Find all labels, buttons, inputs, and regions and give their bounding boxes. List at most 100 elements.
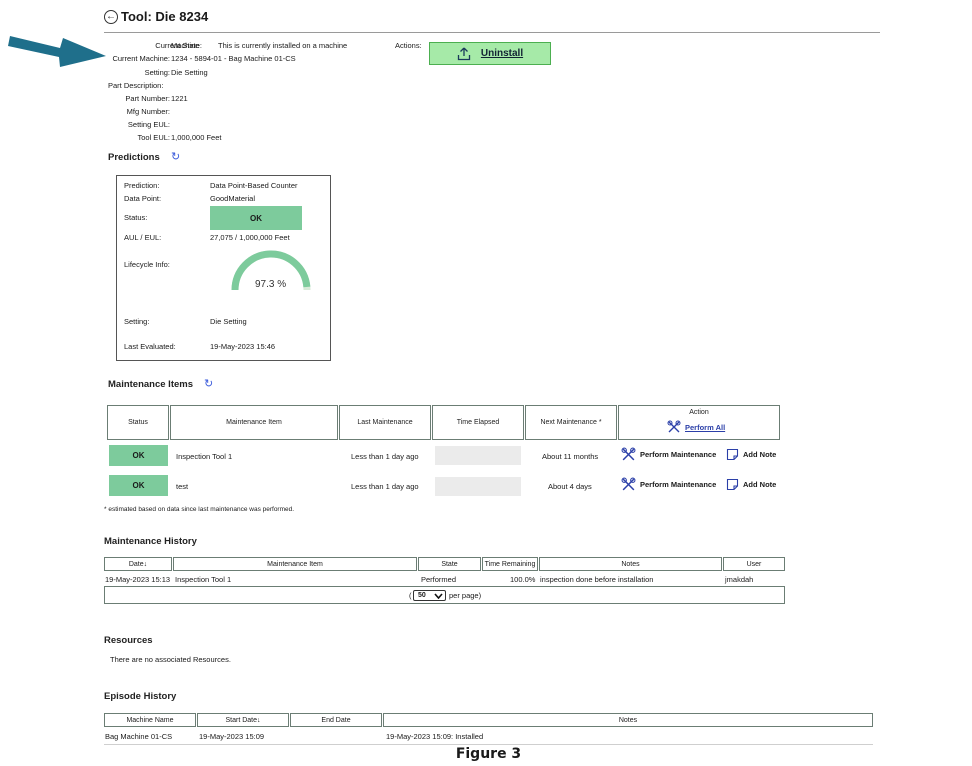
maintenance-history-title: Maintenance History	[104, 536, 197, 547]
maintenance-row-next: About 11 months	[542, 452, 599, 461]
tools-icon	[667, 420, 681, 433]
episode-header-notes: Notes	[383, 713, 873, 727]
lifecycle-label: Lifecycle Info:	[124, 260, 170, 269]
history-header-remaining: Time Remaining	[482, 557, 538, 571]
part-number-label: Part Number:	[125, 94, 170, 103]
maintenance-row-item: test	[176, 482, 189, 491]
maintenance-row-last: Less than 1 day ago	[351, 452, 419, 461]
page-title: Tool: Die 8234	[121, 9, 209, 24]
data-point-value: GoodMaterial	[210, 194, 256, 203]
add-note-button[interactable]: Add Note	[726, 478, 776, 491]
col-header-next: Next Maintenance *	[525, 405, 617, 440]
col-header-item: Maintenance Item	[170, 405, 338, 440]
maintenance-row-item: Inspection Tool 1	[176, 452, 233, 461]
perform-maintenance-label: Perform Maintenance	[640, 450, 717, 459]
prediction-label: Prediction:	[124, 181, 160, 190]
perform-maintenance-button[interactable]: Perform Maintenance	[621, 447, 716, 462]
history-row-remaining: 100.0%	[510, 575, 536, 584]
upload-icon	[457, 47, 471, 60]
note-icon	[726, 478, 739, 491]
add-note-label: Add Note	[743, 480, 777, 489]
perform-maintenance-label: Perform Maintenance	[640, 480, 717, 489]
setting-value: Die Setting	[171, 68, 208, 77]
part-description-label: Part Description:	[108, 81, 164, 90]
add-note-label: Add Note	[743, 450, 777, 459]
status-label: Status:	[124, 213, 148, 222]
refresh-icon[interactable]: ↻	[204, 377, 213, 390]
tool-eul-label: Tool EUL:	[137, 133, 170, 142]
data-point-label: Data Point:	[124, 194, 162, 203]
col-header-elapsed: Time Elapsed	[432, 405, 524, 440]
setting-label: Setting:	[144, 68, 170, 77]
perform-maintenance-button[interactable]: Perform Maintenance	[621, 477, 716, 492]
maintenance-row-elapsed	[435, 446, 521, 465]
maintenance-footnote: * estimated based on data since last mai…	[104, 506, 295, 513]
history-row-state: Performed	[421, 575, 457, 584]
last-evaluated-label: Last Evaluated:	[124, 342, 176, 351]
prediction-setting-label: Setting:	[124, 317, 150, 326]
episode-history-title: Episode History	[104, 691, 177, 702]
episode-row-notes: 19-May-2023 15:09: Installed	[386, 732, 484, 741]
page-size-value: 50	[418, 592, 426, 599]
maintenance-row-next: About 4 days	[548, 482, 592, 491]
history-header-state: State	[418, 557, 481, 571]
history-row-user: jmakdah	[725, 575, 754, 584]
back-arrow-icon[interactable]: ←	[104, 10, 118, 24]
history-header-notes: Notes	[539, 557, 722, 571]
maintenance-items-title: Maintenance Items	[108, 379, 193, 390]
part-number-value: 1221	[171, 94, 188, 103]
uninstall-button[interactable]: Uninstall	[429, 42, 551, 65]
resources-empty-text: There are no associated Resources.	[110, 655, 231, 664]
episode-header-start[interactable]: Start Date↓	[197, 713, 289, 727]
note-icon	[726, 448, 739, 461]
actions-label: Actions:	[395, 41, 422, 50]
tools-icon	[621, 447, 636, 461]
episode-header-machine: Machine Name	[104, 713, 196, 727]
episode-row-start: 19-May-2023 15:09	[199, 732, 265, 741]
page-size-select[interactable]: 50	[413, 590, 446, 601]
maintenance-row-status: OK	[109, 475, 168, 496]
history-header-user: User	[723, 557, 785, 571]
history-row-date: 19-May-2023 15:13	[105, 575, 171, 584]
prediction-setting-value: Die Setting	[210, 317, 247, 326]
history-row-item: Inspection Tool 1	[175, 575, 232, 584]
pager-prefix: (	[409, 591, 412, 600]
aul-eul-value: 27,075 / 1,000,000 Feet	[210, 233, 290, 242]
refresh-icon[interactable]: ↻	[171, 150, 180, 163]
current-state-value: Machine	[171, 41, 200, 50]
prediction-value: Data Point-Based Counter	[210, 181, 298, 190]
predictions-title: Predictions	[108, 152, 160, 163]
tool-eul-value: 1,000,000 Feet	[171, 133, 222, 142]
col-header-status: Status	[107, 405, 169, 440]
status-badge: OK	[210, 206, 302, 230]
pager-suffix: per page)	[449, 591, 482, 600]
header-divider	[104, 32, 880, 33]
tools-icon	[621, 477, 636, 491]
history-row-notes: inspection done before installation	[540, 575, 654, 584]
history-header-item: Maintenance Item	[173, 557, 417, 571]
resources-title: Resources	[104, 635, 153, 646]
perform-all-link[interactable]: Perform All	[667, 420, 725, 434]
chevron-down-icon	[434, 592, 443, 599]
last-evaluated-value: 19-May-2023 15:46	[210, 342, 276, 351]
episode-row-machine: Bag Machine 01-CS	[105, 732, 173, 741]
installed-note: This is currently installed on a machine	[218, 41, 348, 50]
current-machine-label: Current Machine:	[112, 54, 170, 63]
setting-eul-label: Setting EUL:	[127, 120, 170, 129]
maintenance-row-elapsed	[435, 477, 521, 496]
aul-eul-label: AUL / EUL:	[124, 233, 162, 242]
pointer-arrow-icon	[8, 36, 106, 67]
maintenance-row-status: OK	[109, 445, 168, 466]
add-note-button[interactable]: Add Note	[726, 448, 776, 461]
current-machine-value: 1234 - 5894-01 - Bag Machine 01-CS	[171, 54, 296, 63]
perform-all-label: Perform All	[685, 422, 726, 432]
mfg-number-label: Mfg Number:	[126, 107, 170, 116]
episode-table-bottom-border	[104, 744, 873, 745]
figure-caption: Figure 3	[455, 746, 522, 762]
action-header-label: Action	[689, 409, 709, 416]
history-header-date[interactable]: Date↓	[104, 557, 172, 571]
lifecycle-percent: 97.3 %	[255, 279, 287, 290]
col-header-action: Action Perform All	[618, 405, 780, 440]
episode-header-end: End Date	[290, 713, 382, 727]
uninstall-label: Uninstall	[480, 48, 524, 59]
